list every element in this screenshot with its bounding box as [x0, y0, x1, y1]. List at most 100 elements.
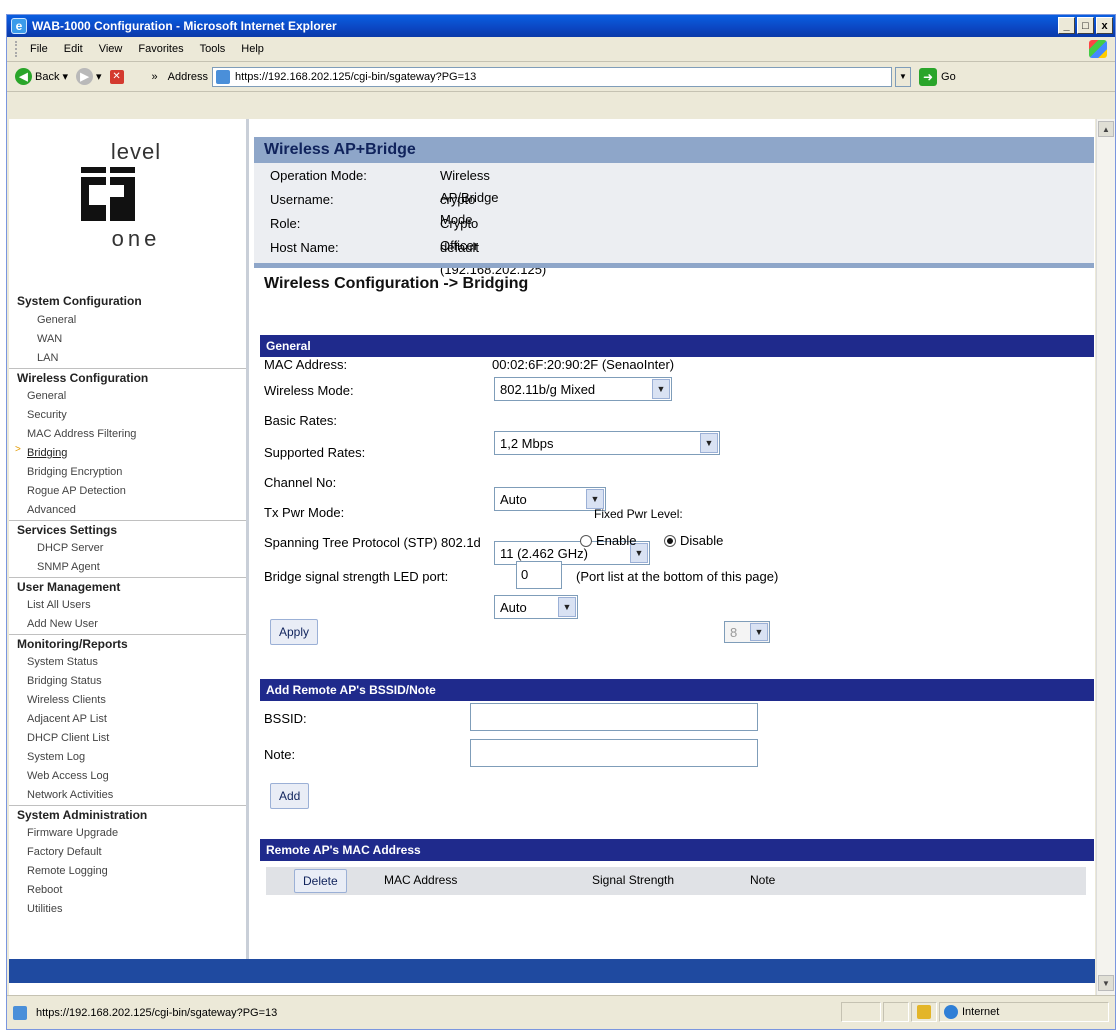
- nav-item-snmp-agent[interactable]: SNMP Agent: [9, 558, 246, 577]
- apply-button[interactable]: Apply: [270, 619, 319, 645]
- stp-label: Spanning Tree Protocol (STP) 802.1d: [264, 535, 481, 550]
- nav-item-remote-logging[interactable]: Remote Logging: [9, 862, 246, 881]
- chevron-down-icon: ▼: [586, 489, 604, 509]
- info-row-host-name: Host Name: default (192.168.202.125): [270, 237, 546, 277]
- nav-item-wan[interactable]: WAN: [9, 330, 246, 349]
- nav-item-wireless-clients[interactable]: Wireless Clients: [9, 691, 246, 710]
- minimize-button[interactable]: _: [1058, 17, 1075, 34]
- channel-label: Channel No:: [264, 475, 337, 490]
- device-info: Operation Mode: Wireless AP/Bridge Mode …: [254, 163, 1094, 277]
- scroll-up-icon[interactable]: ▲: [1098, 121, 1114, 137]
- status-bar: https://192.168.202.125/cgi-bin/sgateway…: [7, 995, 1115, 1029]
- basic-rates-select[interactable]: 1,2 Mbps ▼: [494, 431, 720, 455]
- menu-edit[interactable]: Edit: [56, 41, 91, 57]
- menu-favorites[interactable]: Favorites: [130, 41, 191, 57]
- nav-item-rogue-ap[interactable]: Rogue AP Detection: [9, 482, 246, 501]
- nav-item-utilities[interactable]: Utilities: [9, 900, 246, 919]
- bssid-input[interactable]: [470, 703, 758, 731]
- nav-item-reboot[interactable]: Reboot: [9, 881, 246, 900]
- back-button[interactable]: ◀ Back ▾: [15, 68, 68, 85]
- add-button[interactable]: Add: [270, 783, 310, 809]
- delete-button[interactable]: Delete: [294, 869, 347, 893]
- nav-item-web-access-log[interactable]: Web Access Log: [9, 767, 246, 786]
- nav-item-add-user[interactable]: Add New User: [9, 615, 246, 634]
- wireless-mode-select[interactable]: 802.11b/g Mixed ▼: [494, 377, 672, 401]
- chevron-down-icon: ▼: [750, 623, 768, 641]
- supported-rates-value: Auto: [500, 491, 527, 507]
- note-input[interactable]: [470, 739, 758, 767]
- chevron-down-icon: ▼: [558, 597, 576, 617]
- nav-item-adjacent-ap[interactable]: Adjacent AP List: [9, 710, 246, 729]
- nav-section-services-settings: Services Settings: [9, 520, 246, 539]
- nav-item-dhcp-clients[interactable]: DHCP Client List: [9, 729, 246, 748]
- nav-item-general[interactable]: General: [9, 311, 246, 330]
- chevron-down-icon: ▼: [652, 379, 670, 399]
- address-dropdown-button[interactable]: ▼: [895, 66, 912, 87]
- title-bar: e WAB-1000 Configuration - Microsoft Int…: [7, 15, 1115, 37]
- header-divider: [254, 263, 1094, 268]
- stp-disable-radio[interactable]: Disable: [664, 533, 723, 548]
- nav-item-bridging-encryption[interactable]: Bridging Encryption: [9, 463, 246, 482]
- note-label: Note:: [264, 747, 296, 762]
- section-add-remote-header: Add Remote AP's BSSID/Note: [260, 679, 1094, 701]
- nav-item-list-users[interactable]: List All Users: [9, 596, 246, 615]
- tx-pwr-mode-label: Tx Pwr Mode:: [264, 505, 345, 520]
- info-label: Operation Mode:: [270, 168, 367, 183]
- security-pane[interactable]: [911, 1002, 937, 1022]
- nav-item-network-activities[interactable]: Network Activities: [9, 786, 246, 805]
- led-port-input[interactable]: 0: [516, 561, 562, 589]
- chevron-down-icon: ▼: [700, 433, 718, 453]
- menu-file[interactable]: File: [22, 41, 56, 57]
- go-arrow-icon: ➜: [919, 67, 938, 86]
- column-signal-strength: Signal Strength: [592, 873, 675, 887]
- tx-pwr-mode-select[interactable]: Auto ▼: [494, 595, 578, 619]
- menu-bar: File Edit View Favorites Tools Help: [7, 37, 1115, 62]
- stop-button[interactable]: ✕: [109, 69, 124, 84]
- stp-enable-radio[interactable]: Enable: [580, 533, 636, 548]
- maximize-button[interactable]: □: [1077, 17, 1094, 34]
- device-title: Wireless AP+Bridge: [254, 137, 1094, 163]
- info-row-username: Username: crypto: [270, 189, 475, 211]
- menu-tools[interactable]: Tools: [192, 41, 234, 57]
- nav-item-bridging[interactable]: Bridging: [9, 444, 246, 463]
- nav-item-dhcp-server[interactable]: DHCP Server: [9, 539, 246, 558]
- column-note: Note: [750, 873, 776, 887]
- nav-item-factory-default[interactable]: Factory Default: [9, 843, 246, 862]
- nav-item-wireless-general[interactable]: General: [9, 387, 246, 406]
- address-bar[interactable]: https://192.168.202.125/cgi-bin/sgateway…: [212, 66, 893, 87]
- menu-help[interactable]: Help: [233, 41, 272, 57]
- toolbar-chevron[interactable]: »: [152, 71, 158, 83]
- section-remote-list-header: Remote AP's MAC Address: [260, 839, 1094, 861]
- nav-section-system-configuration: System Configuration: [17, 294, 142, 308]
- nav-item-advanced[interactable]: Advanced: [9, 501, 246, 520]
- zone-pane: Internet: [939, 1002, 1109, 1022]
- dropdown-arrow-icon: ▾: [62, 71, 68, 83]
- nav-item-system-log[interactable]: System Log: [9, 748, 246, 767]
- go-button[interactable]: ➜ Go: [919, 67, 956, 86]
- nav-item-firmware-upgrade[interactable]: Firmware Upgrade: [9, 824, 246, 843]
- stp-disable-label: Disable: [680, 533, 724, 548]
- address-url: https://192.168.202.125/cgi-bin/sgateway…: [235, 70, 477, 83]
- zone-label: Internet: [962, 1006, 1000, 1018]
- basic-rates-label: Basic Rates:: [264, 413, 337, 428]
- close-button[interactable]: x: [1096, 17, 1113, 34]
- back-arrow-icon: ◀: [15, 68, 32, 85]
- supported-rates-select[interactable]: Auto ▼: [494, 487, 606, 511]
- active-arrow-icon: >: [15, 444, 21, 455]
- back-label: Back: [35, 70, 60, 83]
- fixed-pwr-select[interactable]: 8 ▼: [724, 621, 770, 643]
- fixed-pwr-label: Fixed Pwr Level:: [594, 507, 683, 521]
- channel-value: 11 (2.462 GHz): [500, 545, 588, 561]
- nav-item-mac-filtering[interactable]: MAC Address Filtering: [9, 425, 246, 444]
- stp-enable-label: Enable: [596, 533, 637, 548]
- forward-button[interactable]: ▶ ▾: [76, 68, 102, 85]
- nav-item-lan[interactable]: LAN: [9, 349, 246, 368]
- nav-item-security[interactable]: Security: [9, 406, 246, 425]
- nav-item-bridging-status[interactable]: Bridging Status: [9, 672, 246, 691]
- menu-view[interactable]: View: [91, 41, 131, 57]
- logo-bottom-text: one: [111, 226, 161, 251]
- info-label: Role:: [270, 216, 301, 231]
- nav-item-system-status[interactable]: System Status: [9, 653, 246, 672]
- vertical-scrollbar[interactable]: ▲ ▼: [1096, 119, 1115, 995]
- scroll-down-icon[interactable]: ▼: [1098, 975, 1114, 991]
